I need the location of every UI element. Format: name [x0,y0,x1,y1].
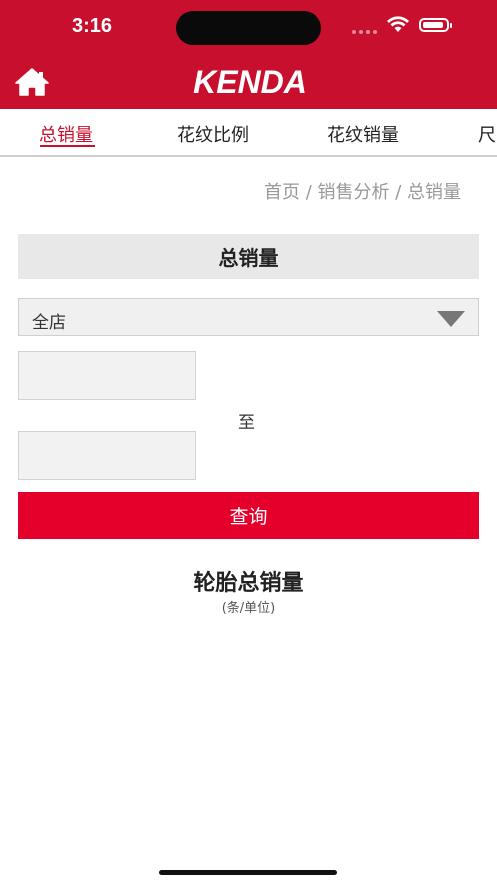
store-select-value: 全店 [32,313,66,333]
wifi-icon [387,16,409,32]
query-button[interactable]: 查询 [18,492,479,539]
breadcrumb: 首页 / 销售分析 / 总销量 [263,182,461,203]
store-select[interactable]: 全店 [18,298,479,336]
chart-title: 轮胎总销量 [193,571,304,596]
home-indicator [159,870,337,875]
battery-icon [419,18,452,32]
tab-bar: 总销量 花纹比例 花纹销量 尺 [0,109,497,157]
active-tab-indicator [40,145,95,147]
tab-size[interactable]: 尺 [478,121,496,147]
kenda-logo: KENDA [193,64,307,100]
dynamic-island [176,11,321,45]
end-date-input[interactable] [18,431,196,480]
chart-unit: (条/单位) [221,601,276,616]
status-time: 3:16 [72,15,113,37]
tab-total-sales[interactable]: 总销量 [39,121,93,147]
app-header: 3:16 KENDA [0,0,497,109]
signal-icon [352,30,377,34]
svg-text:KENDA: KENDA [193,64,307,100]
tab-pattern-ratio[interactable]: 花纹比例 [177,121,249,147]
tab-pattern-sales[interactable]: 花纹销量 [327,121,399,147]
home-button[interactable] [14,66,50,98]
date-range-separator: 至 [238,413,255,433]
start-date-input[interactable] [18,351,196,400]
dropdown-arrow-icon [437,311,465,327]
home-icon [15,68,49,96]
section-title: 总销量 [18,234,479,279]
